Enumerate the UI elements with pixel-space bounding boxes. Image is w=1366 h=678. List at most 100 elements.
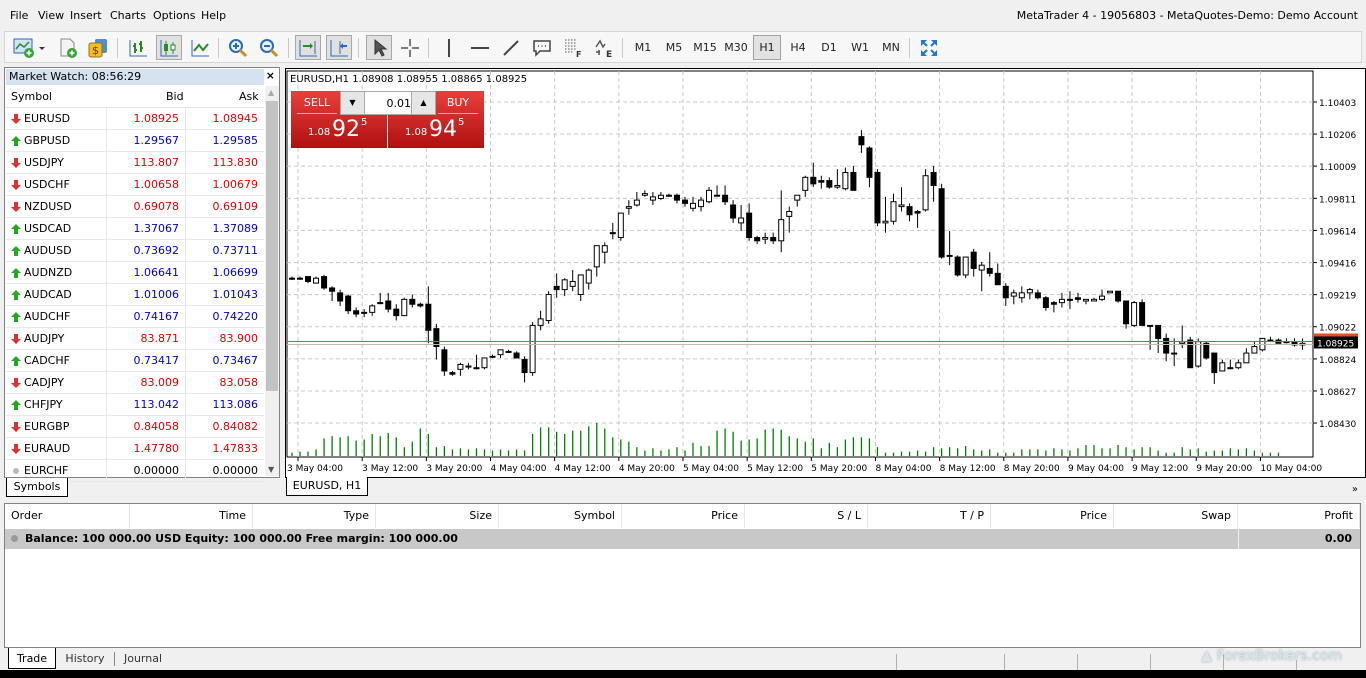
- market-watch-row[interactable]: GBPUSD 1.29567 1.29585: [6, 130, 264, 152]
- fibonacci-button[interactable]: F: [560, 35, 586, 60]
- lot-increase-button[interactable]: ▲: [411, 92, 435, 114]
- y-tick-label: 1.09416: [1319, 260, 1356, 270]
- timeframe-m15[interactable]: M15: [691, 35, 719, 60]
- timeframe-mn[interactable]: MN: [877, 35, 905, 60]
- column-size-header[interactable]: Size: [376, 504, 499, 528]
- lot-decrease-button[interactable]: ▼: [341, 92, 365, 114]
- new-chart-button[interactable]: [9, 35, 49, 60]
- trendline-button[interactable]: [498, 35, 524, 60]
- tab-trade[interactable]: Trade: [8, 648, 56, 669]
- close-icon[interactable]: ×: [266, 69, 275, 82]
- candle-bear: [385, 300, 392, 310]
- column-tp-header[interactable]: T / P: [868, 504, 991, 528]
- symbol-cell: CADCHF: [6, 350, 107, 372]
- menu-options[interactable]: Options: [153, 9, 195, 22]
- tab-eurusd-h1[interactable]: EURUSD, H1: [286, 477, 368, 496]
- balance-row[interactable]: Balance: 100 000.00 USD Equity: 100 000.…: [5, 529, 1360, 549]
- column-order-header[interactable]: Order: [5, 504, 130, 528]
- timeframe-m1[interactable]: M1: [629, 35, 657, 60]
- lot-size-input[interactable]: [366, 94, 411, 112]
- candle-bull: [633, 199, 640, 206]
- new-profile-button[interactable]: [55, 35, 81, 60]
- market-watch-row[interactable]: USDCHF 1.00658 1.00679: [6, 174, 264, 196]
- market-watch-row[interactable]: AUDCHF 0.74167 0.74220: [6, 306, 264, 328]
- ask-cell: 0.84082: [212, 420, 259, 433]
- column-profit-header[interactable]: Profit: [1238, 504, 1360, 528]
- zoom-in-button[interactable]: [225, 35, 251, 60]
- market-watch-row[interactable]: AUDUSD 0.73692 0.73711: [6, 240, 264, 262]
- menu-help[interactable]: Help: [201, 9, 226, 22]
- column-bid[interactable]: Bid: [166, 90, 184, 103]
- divider: [114, 652, 115, 666]
- chart-shift-button[interactable]: [326, 35, 352, 60]
- candle-bull: [946, 254, 953, 257]
- column-symbol[interactable]: Symbol: [11, 90, 52, 103]
- column-price-header[interactable]: Price: [622, 504, 745, 528]
- market-watch-row[interactable]: AUDJPY 83.871 83.900: [6, 328, 264, 350]
- vertical-line-button[interactable]: [436, 35, 462, 60]
- column-type-header[interactable]: Type: [253, 504, 376, 528]
- timeframe-h4[interactable]: H4: [784, 35, 812, 60]
- timeframe-m5[interactable]: M5: [660, 35, 688, 60]
- fullscreen-button[interactable]: [916, 35, 942, 60]
- timeframe-d1[interactable]: D1: [815, 35, 843, 60]
- candle-bear: [1203, 342, 1210, 359]
- tab-journal[interactable]: Journal: [118, 648, 168, 669]
- balance-text: Balance: 100 000.00 USD Equity: 100 000.…: [25, 532, 458, 545]
- column-sl-header[interactable]: S / L: [745, 504, 868, 528]
- menu-insert[interactable]: Insert: [70, 9, 102, 22]
- market-watch-row[interactable]: CADJPY 83.009 83.058: [6, 372, 264, 394]
- column-swap-header[interactable]: Swap: [1114, 504, 1238, 528]
- market-watch-row[interactable]: AUDNZD 1.06641 1.06699: [6, 262, 264, 284]
- scrollbar-thumb[interactable]: [266, 101, 278, 391]
- tab-symbols[interactable]: Symbols: [6, 478, 68, 497]
- text-label-button[interactable]: [529, 35, 555, 60]
- column-time-header[interactable]: Time: [130, 504, 253, 528]
- market-watch-row[interactable]: AUDCAD 1.01006 1.01043: [6, 284, 264, 306]
- line-chart-button[interactable]: [187, 35, 213, 60]
- market-watch-row[interactable]: EURGBP 0.84058 0.84082: [6, 416, 264, 438]
- market-watch-row[interactable]: CADCHF 0.73417 0.73467: [6, 350, 264, 372]
- market-watch-row[interactable]: EURUSD 1.08925 1.08945: [6, 108, 264, 130]
- market-watch-row[interactable]: CHFJPY 113.042 113.086: [6, 394, 264, 416]
- x-tick-label: 9 May 20:00: [1196, 464, 1252, 474]
- candle-bull: [738, 217, 745, 224]
- horizontal-line-button[interactable]: [467, 35, 493, 60]
- zoom-out-button[interactable]: [256, 35, 282, 60]
- arrow-up-icon: [11, 400, 21, 410]
- zoom-out-icon: [260, 38, 279, 57]
- crosshair-button[interactable]: [397, 35, 423, 60]
- toolbar: $ F E M1 M5 M15 M30 H1 H4 D1 W1 MN: [4, 31, 1362, 63]
- column-price-header[interactable]: Price: [991, 504, 1114, 528]
- market-watch-row[interactable]: NZDUSD 0.69078 0.69109: [6, 196, 264, 218]
- chart-window[interactable]: 1.10403 1.10206 1.10009 1.09811 1.09614 1.094…: [285, 68, 1366, 478]
- window-title: MetaTrader 4 - 19056803 - MetaQuotes-Dem…: [1016, 9, 1358, 22]
- menu-file[interactable]: File: [10, 9, 28, 22]
- candle-bear: [1139, 302, 1146, 326]
- bid-cell: 83.009: [107, 372, 186, 394]
- autoscroll-button[interactable]: [295, 35, 321, 60]
- market-watch-row[interactable]: EURAUD 1.47780 1.47833: [6, 438, 264, 460]
- arrow-up-icon: [11, 246, 21, 256]
- timeframe-h1[interactable]: H1: [753, 35, 781, 60]
- menu-view[interactable]: View: [38, 9, 64, 22]
- market-watch-row[interactable]: USDCAD 1.37067 1.37089: [6, 218, 264, 240]
- menu-charts[interactable]: Charts: [110, 9, 146, 22]
- column-ask[interactable]: Ask: [239, 90, 259, 103]
- price-label-marker: [1314, 333, 1358, 337]
- scroll-down-icon[interactable]: ▼: [268, 465, 274, 474]
- cursor-button[interactable]: [366, 35, 392, 60]
- market-watch-row[interactable]: USDJPY 113.807 113.830: [6, 152, 264, 174]
- bar-chart-button[interactable]: [125, 35, 151, 60]
- market-watch-scrollbar[interactable]: ▲ ▼: [265, 86, 279, 476]
- column-symbol-header[interactable]: Symbol: [499, 504, 622, 528]
- symbol-name: AUDCHF: [24, 310, 71, 323]
- scroll-up-icon[interactable]: ▲: [268, 88, 274, 97]
- tab-history[interactable]: History: [60, 648, 110, 669]
- market-watch-button[interactable]: $: [85, 35, 111, 60]
- elliott-button[interactable]: E: [591, 35, 617, 60]
- timeframe-w1[interactable]: W1: [846, 35, 874, 60]
- candlestick-button[interactable]: [156, 35, 182, 60]
- tabs-scroll-icon[interactable]: »: [1352, 484, 1358, 495]
- timeframe-m30[interactable]: M30: [722, 35, 750, 60]
